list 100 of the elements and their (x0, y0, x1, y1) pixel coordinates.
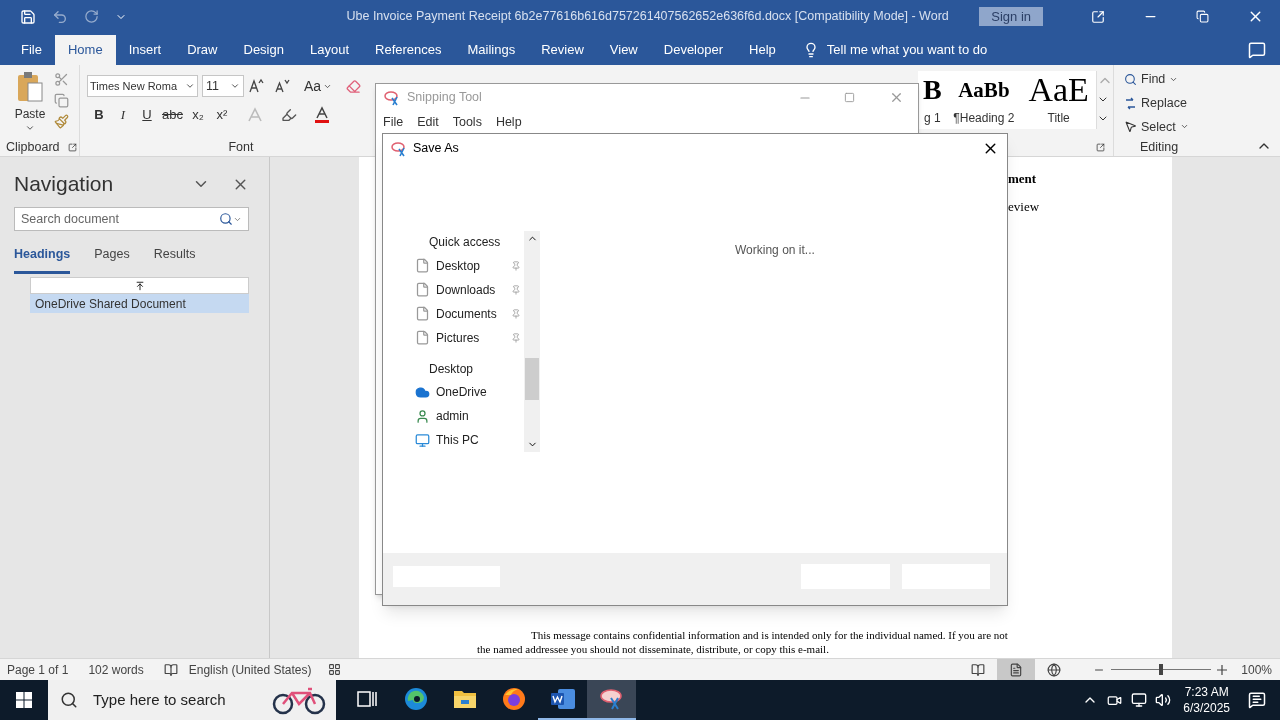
language-status[interactable]: English (United States) (188, 660, 312, 679)
nav-item[interactable]: OneDrive (410, 380, 524, 404)
page-count[interactable]: Page 1 of 1 (7, 660, 69, 679)
nav-item[interactable]: Documents (410, 301, 524, 326)
tell-me-field[interactable]: Tell me what you want to do (826, 40, 988, 60)
monitor-icon (415, 432, 430, 448)
scrollbar-thumb (525, 358, 539, 400)
taskbar-search-field[interactable]: Type here to search (48, 680, 336, 720)
page-icon (1009, 662, 1024, 677)
document-text: eview (1008, 197, 1040, 216)
task-view-icon (356, 690, 377, 708)
file-icon (415, 258, 430, 273)
grow-font-icon[interactable] (248, 78, 264, 94)
menu-item[interactable]: Tools (452, 112, 482, 132)
editing-button[interactable]: Select (1124, 117, 1208, 137)
style-preview[interactable]: AaE Title (1021, 71, 1096, 129)
ribbon-tab[interactable]: Draw (174, 35, 231, 65)
format-button[interactable]: B (90, 105, 108, 125)
zoom-thumb[interactable] (1159, 664, 1164, 675)
pane-tab[interactable]: Results (153, 245, 196, 274)
ribbon-tab[interactable]: Design (230, 35, 297, 65)
replace-icon (1124, 96, 1137, 110)
taskbar-app[interactable] (587, 680, 636, 720)
highlight-icon[interactable] (280, 106, 297, 123)
dialog-launcher-icon[interactable] (67, 142, 77, 152)
cloud-icon (415, 384, 430, 400)
globe-icon (1047, 662, 1062, 677)
nav-item[interactable]: This PC (410, 428, 524, 452)
view-button[interactable] (997, 659, 1036, 680)
dialog-launcher-icon[interactable] (1096, 143, 1105, 152)
save-icon[interactable] (20, 8, 36, 25)
zoom-in-icon[interactable] (1217, 664, 1228, 675)
change-case-button[interactable]: Aa (304, 75, 333, 97)
paste-button[interactable]: Paste (14, 71, 46, 138)
nav-item[interactable]: Pictures (410, 325, 524, 350)
search-field[interactable]: Search document (14, 207, 249, 231)
ribbon-tab[interactable]: View (596, 35, 651, 65)
ribbon-tab[interactable]: References (362, 35, 455, 65)
proofing-icon[interactable] (163, 662, 178, 677)
caret-icon (230, 81, 240, 91)
zoom-level[interactable]: 100% (1241, 660, 1272, 679)
menu-item[interactable]: File (383, 112, 404, 132)
clock[interactable]: 7:23 AM 6/3/2025 (1183, 684, 1230, 716)
comments-icon[interactable] (1248, 41, 1266, 59)
dialog-title: Save As (413, 140, 460, 158)
pane-tab[interactable]: Headings (14, 245, 71, 274)
ribbon-tab[interactable]: Layout (296, 35, 362, 65)
restore-icon[interactable] (1196, 10, 1209, 23)
ribbon-tab[interactable]: Developer (650, 35, 737, 65)
menu-item[interactable]: Help (495, 112, 522, 132)
ribbon-tab[interactable]: Mailings (454, 35, 529, 65)
font-name-field[interactable]: Times New Roma (87, 75, 198, 97)
nav-item[interactable]: admin (410, 404, 524, 428)
clipboard-icon (16, 71, 44, 103)
ribbon-tab[interactable]: Insert (115, 35, 175, 65)
window-title: Snipping Tool (407, 89, 483, 107)
ribbon-tab[interactable]: File (8, 35, 55, 65)
notification-icon[interactable] (1248, 691, 1266, 709)
edge-icon (403, 687, 428, 711)
ribbon-display-icon[interactable] (1091, 9, 1105, 24)
clear-formatting-icon[interactable] (346, 78, 362, 94)
format-button[interactable]: abc (162, 105, 183, 125)
pane-tab[interactable]: Pages (94, 245, 130, 274)
ribbon-tab[interactable]: Help (736, 35, 789, 65)
scrollbar[interactable] (524, 231, 540, 452)
font-size-field[interactable]: 11 (202, 75, 244, 97)
copy-icon[interactable] (54, 93, 69, 108)
caret-icon (25, 123, 35, 133)
format-button[interactable]: x² (212, 105, 231, 125)
windows-logo (16, 692, 32, 708)
style-preview[interactable]: B g 1 (918, 71, 947, 129)
nav-item[interactable]: Downloads (410, 277, 524, 302)
word-count[interactable]: 102 words (88, 660, 144, 679)
sign-in-button[interactable]: Sign in (979, 7, 1043, 26)
group-label: Font (228, 139, 254, 156)
editing-button[interactable]: Find (1124, 70, 1208, 89)
format-button[interactable]: I (114, 105, 132, 125)
volume-icon[interactable] (1155, 692, 1172, 708)
user-icon (415, 408, 430, 424)
ribbon-tab[interactable]: Home (54, 35, 116, 65)
nav-header[interactable]: Desktop (410, 357, 524, 380)
format-painter-icon[interactable] (54, 114, 69, 129)
format-button[interactable]: x₂ (188, 105, 207, 125)
ribbon-tab[interactable]: Review (528, 35, 597, 65)
shrink-font-icon[interactable] (274, 78, 290, 94)
folder-icon (452, 688, 477, 710)
font-color-icon[interactable] (312, 105, 331, 124)
menu-item[interactable]: Edit (417, 112, 439, 132)
document-text: This message contains confidential information and is intended only for the individual named. If you are not (530, 628, 1009, 642)
nav-item[interactable]: Desktop (410, 253, 524, 278)
network-icon[interactable] (1131, 692, 1148, 708)
format-button[interactable]: U (138, 105, 156, 125)
nav-header[interactable]: Quick access (410, 231, 524, 254)
scissors-icon (598, 688, 625, 710)
accessibility-icon[interactable] (327, 663, 341, 676)
cut-icon[interactable] (54, 72, 69, 87)
editing-button[interactable]: Replace (1124, 93, 1208, 113)
group-label: Clipboard (6, 138, 60, 156)
heading-item[interactable]: OneDrive Shared Document (30, 294, 249, 313)
style-preview[interactable]: AaBb ¶Heading 2 (946, 71, 1022, 129)
